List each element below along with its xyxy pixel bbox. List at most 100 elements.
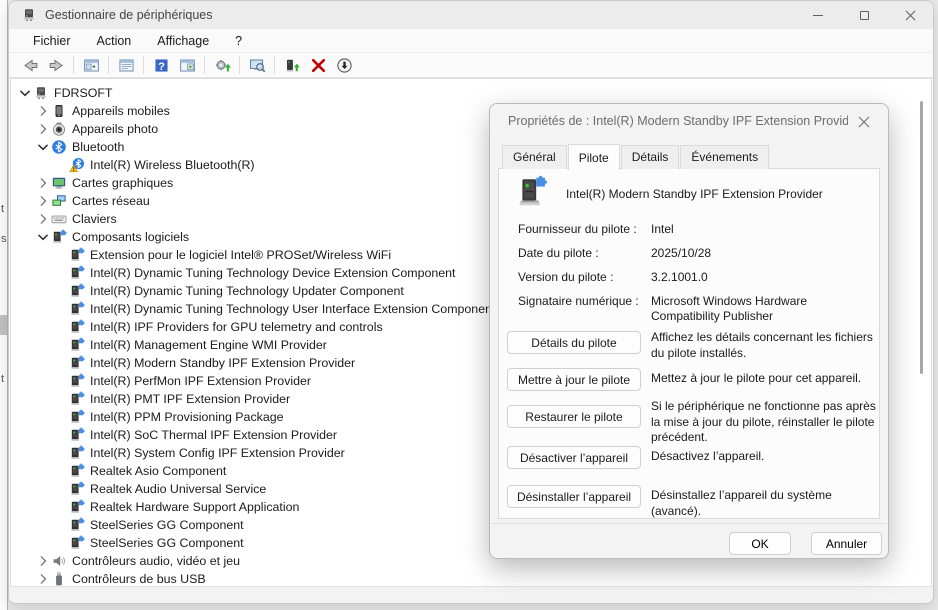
disable-device-button[interactable] xyxy=(331,54,357,76)
tree-item-label: Intel(R) SoC Thermal IPF Extension Provi… xyxy=(90,428,337,442)
menu-affichage[interactable]: Affichage xyxy=(147,31,219,51)
menu-help[interactable]: ? xyxy=(225,31,252,51)
software-component-icon xyxy=(69,463,85,479)
device-name: Intel(R) Modern Standby IPF Extension Pr… xyxy=(566,187,823,201)
software-component-icon xyxy=(69,499,85,515)
device-manager-app-icon xyxy=(21,7,37,23)
back-icon xyxy=(23,58,37,72)
forward-button[interactable] xyxy=(43,54,69,76)
bluetooth-warning-icon xyxy=(69,157,85,173)
roll-back-driver-button[interactable]: Restaurer le pilote xyxy=(507,405,641,428)
tree-item-label: Intel(R) PMT IPF Extension Provider xyxy=(90,392,291,406)
dialog-tabs: Général Pilote Détails Événements xyxy=(502,144,770,170)
chevron-right-icon[interactable] xyxy=(35,121,51,137)
toolbar: ? xyxy=(9,53,933,78)
back-button[interactable] xyxy=(17,54,43,76)
chevron-right-icon[interactable] xyxy=(35,211,51,227)
update-driver-button[interactable]: Mettre à jour le pilote xyxy=(507,368,641,391)
tree-item[interactable]: FDRSOFT xyxy=(11,84,931,102)
software-component-icon xyxy=(69,355,85,371)
chevron-right-icon[interactable] xyxy=(35,193,51,209)
tree-item-label: Intel(R) PPM Provisioning Package xyxy=(90,410,284,424)
chevron-right-icon[interactable] xyxy=(35,103,51,119)
software-component-icon xyxy=(69,319,85,335)
tree-item-label: Intel(R) Modern Standby IPF Extension Pr… xyxy=(90,356,356,370)
tree-item-label: Appareils photo xyxy=(72,122,159,136)
update-driver-button[interactable] xyxy=(209,54,235,76)
action-description: Mettez à jour le pilote pour cet apparei… xyxy=(651,371,862,385)
tree-item-label: Composants logiciels xyxy=(72,230,190,244)
uninstall-device-button[interactable] xyxy=(305,54,331,76)
tree-item-label: Intel(R) Wireless Bluetooth(R) xyxy=(90,158,255,172)
dialog-close-button[interactable] xyxy=(854,112,874,132)
tree-item-label: Cartes graphiques xyxy=(72,176,174,190)
show-console-tree-button[interactable] xyxy=(78,54,104,76)
chevron-right-icon[interactable] xyxy=(35,571,51,587)
help-button[interactable]: ? xyxy=(148,54,174,76)
field-value: Microsoft Windows Hardware Compatibility… xyxy=(651,294,808,323)
field-label: Date du pilote : xyxy=(518,246,599,260)
minimize-button[interactable] xyxy=(795,1,841,29)
menu-fichier[interactable]: Fichier xyxy=(23,31,81,51)
chevron-down-icon[interactable] xyxy=(17,85,33,101)
tree-item-label: Intel(R) Dynamic Tuning Technology User … xyxy=(90,302,496,316)
tree-item-label: Cartes réseau xyxy=(72,194,150,208)
tree-item-label: Intel(R) Dynamic Tuning Technology Devic… xyxy=(90,266,456,280)
software-component-icon xyxy=(69,391,85,407)
tab-pilote[interactable]: Pilote xyxy=(567,144,620,170)
chevron-down-icon[interactable] xyxy=(35,229,51,245)
tree-item-label: Intel(R) IPF Providers for GPU telemetry… xyxy=(90,320,383,334)
tree-item-label: Intel(R) System Config IPF Extension Pro… xyxy=(90,446,345,460)
tree-item-label: Contrôleurs de bus USB xyxy=(72,572,206,586)
mobile-device-icon xyxy=(51,103,67,119)
action-description: Désinstallez l’appareil du système (avan… xyxy=(651,488,832,518)
software-component-icon xyxy=(69,445,85,461)
software-component-icon xyxy=(69,265,85,281)
keyboard-icon xyxy=(51,211,67,227)
action-pane-icon xyxy=(179,58,195,72)
tree-item-label: FDRSOFT xyxy=(54,86,113,100)
audio-device-icon xyxy=(51,553,67,569)
maximize-button[interactable] xyxy=(841,1,887,29)
software-component-icon xyxy=(69,373,85,389)
software-component-icon xyxy=(69,409,85,425)
title-bar[interactable]: Gestionnaire de périphériques xyxy=(9,1,933,29)
update-driver-icon xyxy=(215,59,231,71)
tree-item-label: Intel(R) Dynamic Tuning Technology Updat… xyxy=(90,284,404,298)
tree-item-label: Intel(R) PerfMon IPF Extension Provider xyxy=(90,374,312,388)
menu-action[interactable]: Action xyxy=(87,31,142,51)
software-component-icon xyxy=(69,517,85,533)
chevron-down-icon[interactable] xyxy=(35,139,51,155)
network-adapter-icon xyxy=(51,193,67,209)
tree-item-label: SteelSeries GG Component xyxy=(90,536,244,550)
scan-hardware-changes-button[interactable] xyxy=(244,54,270,76)
chevron-right-icon[interactable] xyxy=(35,175,51,191)
software-component-icon xyxy=(69,301,85,317)
cancel-button[interactable]: Annuler xyxy=(811,532,882,555)
close-button[interactable] xyxy=(887,1,933,29)
tab-evenements[interactable]: Événements xyxy=(680,145,770,169)
properties-button[interactable] xyxy=(113,54,139,76)
tree-item-label: Intel(R) Management Engine WMI Provider xyxy=(90,338,327,352)
software-component-icon xyxy=(69,337,85,353)
tree-item-label: Extension pour le logiciel Intel® PROSet… xyxy=(90,248,392,262)
ok-button[interactable]: OK xyxy=(729,532,791,555)
tree-scrollbar-thumb[interactable] xyxy=(920,101,923,374)
tab-general[interactable]: Général xyxy=(502,145,567,169)
chevron-right-icon[interactable] xyxy=(35,553,51,569)
action-pane-button[interactable] xyxy=(174,54,200,76)
driver-details-button[interactable]: Détails du pilote xyxy=(507,331,641,354)
disable-device-button[interactable]: Désactiver l’appareil xyxy=(507,446,641,469)
uninstall-device-button[interactable]: Désinstaller l’appareil xyxy=(507,485,641,508)
field-value: 3.2.1001.0 xyxy=(651,270,708,284)
help-icon: ? xyxy=(154,58,168,72)
window-bottom-edge xyxy=(9,586,933,603)
tree-item[interactable]: Contrôleurs de bus USB xyxy=(11,570,931,587)
properties-icon xyxy=(118,58,134,72)
update-device-button[interactable] xyxy=(279,54,305,76)
action-description: Désactivez l’appareil. xyxy=(651,449,765,463)
tab-details[interactable]: Détails xyxy=(620,145,680,169)
scan-hardware-changes-icon xyxy=(249,58,265,72)
usb-device-icon xyxy=(51,571,67,587)
tree-item-label: Appareils mobiles xyxy=(72,104,170,118)
